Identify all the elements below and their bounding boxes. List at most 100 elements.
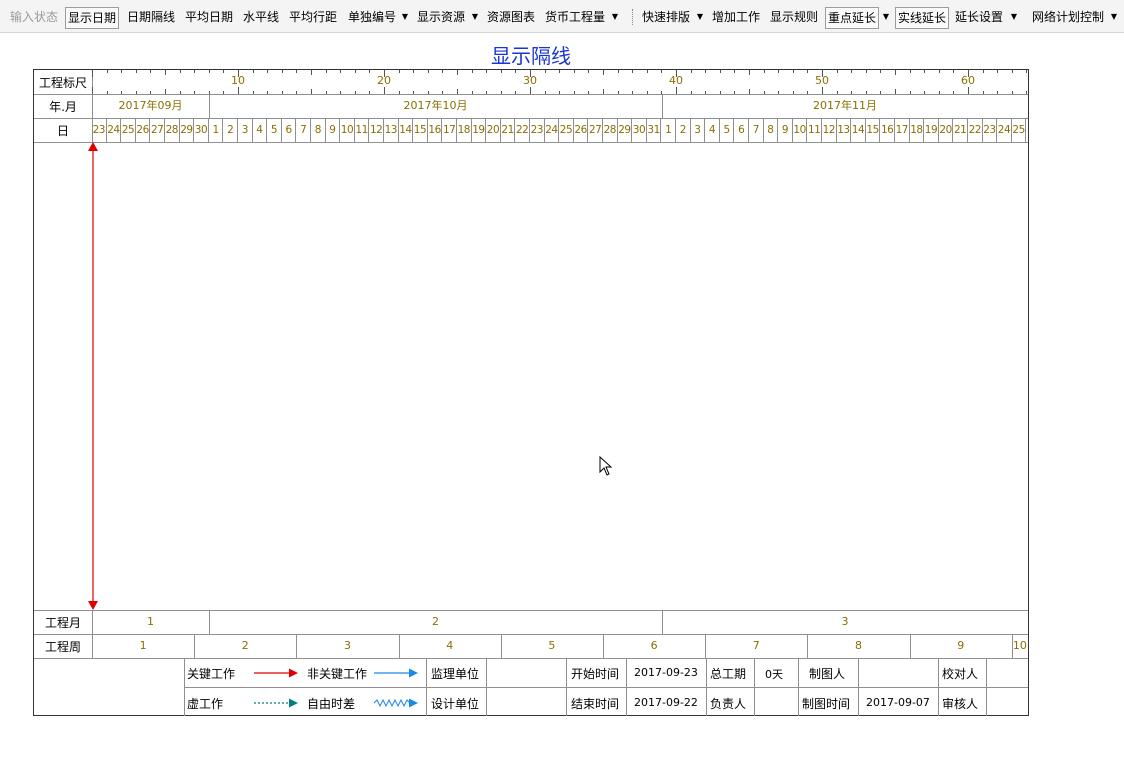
single-numbering-dropdown-icon[interactable]: ▼ xyxy=(400,7,410,29)
ruler-tick xyxy=(1026,70,1028,73)
ruler-tick xyxy=(92,70,93,77)
day-cell: 20 xyxy=(486,118,501,142)
ruler-tick xyxy=(530,87,531,94)
ruler-tick xyxy=(909,91,911,94)
input-state-button[interactable]: 输入状态 xyxy=(8,7,60,29)
show-date-button[interactable]: 显示日期 xyxy=(65,7,120,29)
dummy-arrow-icon xyxy=(254,698,298,708)
network-plan-control-dropdown-icon[interactable]: ▼ xyxy=(1109,7,1119,29)
ruler-tick xyxy=(734,91,736,94)
legend-divider xyxy=(798,658,799,716)
day-cell: 11 xyxy=(807,118,822,142)
ruler-tick xyxy=(924,91,926,94)
ruler-tick xyxy=(982,70,984,73)
ruler-tick xyxy=(413,91,415,94)
legend-divider xyxy=(486,658,487,716)
network-plan-control-button[interactable]: 网络计划控制 xyxy=(1030,7,1106,29)
ruler-tick xyxy=(573,70,575,73)
page-title: 显示隔线 xyxy=(491,44,571,68)
show-rules-button[interactable]: 显示规则 xyxy=(768,7,820,29)
ruler-tick xyxy=(603,89,604,94)
add-work-button[interactable]: 增加工作 xyxy=(710,7,762,29)
ruler-tick xyxy=(398,70,400,73)
ruler-tick xyxy=(427,91,429,94)
day-cell: 26 xyxy=(136,118,151,142)
end-time-label: 结束时间 xyxy=(571,697,620,711)
row-divider xyxy=(34,634,1028,635)
day-cell: 29 xyxy=(180,118,195,142)
day-cell: 16 xyxy=(880,118,895,142)
show-resource-dropdown-icon[interactable]: ▼ xyxy=(470,7,480,29)
free-float-wave-icon xyxy=(374,698,418,708)
day-cell: 9 xyxy=(778,118,793,142)
average-date-button[interactable]: 平均日期 xyxy=(183,7,235,29)
project-week-row-label: 工程周 xyxy=(44,640,81,654)
month-label: 2017年11月 xyxy=(813,99,877,112)
ruler-tick xyxy=(252,91,254,94)
day-cell: 31 xyxy=(647,118,662,142)
ruler-tick xyxy=(238,87,239,94)
ruler-tick xyxy=(165,89,166,94)
resource-chart-button[interactable]: 资源图表 xyxy=(485,7,537,29)
ruler-tick xyxy=(267,91,269,94)
currency-quantity-button[interactable]: 货币工程量 xyxy=(543,7,607,29)
currency-quantity-dropdown-icon[interactable]: ▼ xyxy=(610,7,620,29)
ruler-tick xyxy=(296,91,298,94)
ruler-tick xyxy=(325,91,327,94)
key-extend-button[interactable]: 重点延长 xyxy=(825,7,880,29)
total-duration-value: 0天 xyxy=(765,668,783,681)
ruler-number: 10 xyxy=(231,74,245,87)
date-gridline-button[interactable]: 日期隔线 xyxy=(125,7,177,29)
day-cell: 7 xyxy=(296,118,311,142)
single-numbering-button[interactable]: 单独编号 xyxy=(346,7,398,29)
day-cell: 25 xyxy=(121,118,136,142)
average-row-spacing-button[interactable]: 平均行距 xyxy=(287,7,339,29)
ruler-tick xyxy=(880,70,882,73)
ruler-tick xyxy=(851,91,853,94)
quick-layout-dropdown-icon[interactable]: ▼ xyxy=(695,7,705,29)
day-cell: 23 xyxy=(530,118,545,142)
day-cell: 17 xyxy=(895,118,910,142)
ruler-tick xyxy=(471,70,473,73)
show-resource-button[interactable]: 显示资源 xyxy=(415,7,467,29)
quick-layout-button[interactable]: 快速排版 xyxy=(640,7,692,29)
day-cell: 7 xyxy=(749,118,764,142)
ruler-tick xyxy=(106,91,108,94)
ruler-tick xyxy=(398,91,400,94)
ruler-tick xyxy=(106,70,108,73)
day-cell: 1 xyxy=(661,118,676,142)
project-week-label: 10 xyxy=(1012,639,1027,652)
ruler-tick xyxy=(486,91,488,94)
design-unit-label: 设计单位 xyxy=(431,697,480,711)
ruler-tick xyxy=(603,70,604,75)
ruler-tick xyxy=(442,70,444,73)
ruler-tick xyxy=(690,70,692,73)
ruler-tick xyxy=(179,70,181,73)
extend-settings-button[interactable]: 延长设置 xyxy=(953,7,1005,29)
ruler-number: 20 xyxy=(377,74,391,87)
ruler-tick xyxy=(471,91,473,94)
ruler-tick xyxy=(778,70,780,73)
checker-label: 校对人 xyxy=(942,667,979,681)
solid-extend-button[interactable]: 实线延长 xyxy=(895,7,950,29)
day-cell: 2 xyxy=(223,118,238,142)
day-cell: 6 xyxy=(734,118,749,142)
ruler-tick xyxy=(544,91,546,94)
ruler-tick xyxy=(895,70,896,75)
ruler-tick xyxy=(749,70,750,75)
ruler-tick xyxy=(705,91,707,94)
day-cell: 16 xyxy=(428,118,443,142)
horizontal-line-button[interactable]: 水平线 xyxy=(241,7,281,29)
ruler-tick xyxy=(938,91,940,94)
ruler-tick xyxy=(413,70,415,73)
ruler-tick xyxy=(646,70,648,73)
day-cell: 21 xyxy=(501,118,516,142)
ruler-tick xyxy=(281,70,283,73)
legend-divider xyxy=(706,658,707,716)
year-month-row-label: 年.月 xyxy=(49,100,77,114)
day-cell: 13 xyxy=(837,118,852,142)
key-extend-dropdown-icon[interactable]: ▼ xyxy=(881,7,891,29)
extend-settings-dropdown-icon[interactable]: ▼ xyxy=(1009,7,1019,29)
ruler-tick xyxy=(121,91,123,94)
day-cell: 30 xyxy=(632,118,647,142)
